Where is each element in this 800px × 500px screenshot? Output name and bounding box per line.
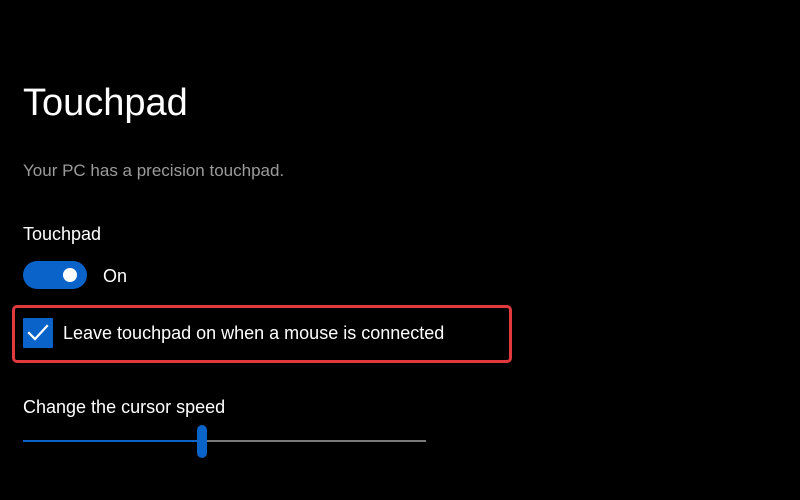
page-title: Touchpad [23, 82, 188, 124]
touchpad-toggle[interactable] [23, 261, 87, 289]
page-subtitle: Your PC has a precision touchpad. [23, 161, 285, 180]
slider-fill [23, 440, 202, 442]
leave-touchpad-on-checkbox[interactable] [23, 318, 53, 348]
leave-touchpad-on-label: Leave touchpad on when a mouse is connec… [63, 323, 445, 343]
checkmark-icon [27, 324, 49, 341]
cursor-speed-label: Change the cursor speed [23, 397, 226, 417]
slider-thumb[interactable] [197, 425, 207, 458]
touchpad-section-label: Touchpad [23, 224, 102, 244]
cursor-speed-slider[interactable] [23, 424, 426, 460]
toggle-state-label: On [103, 266, 128, 286]
toggle-knob [63, 268, 77, 282]
